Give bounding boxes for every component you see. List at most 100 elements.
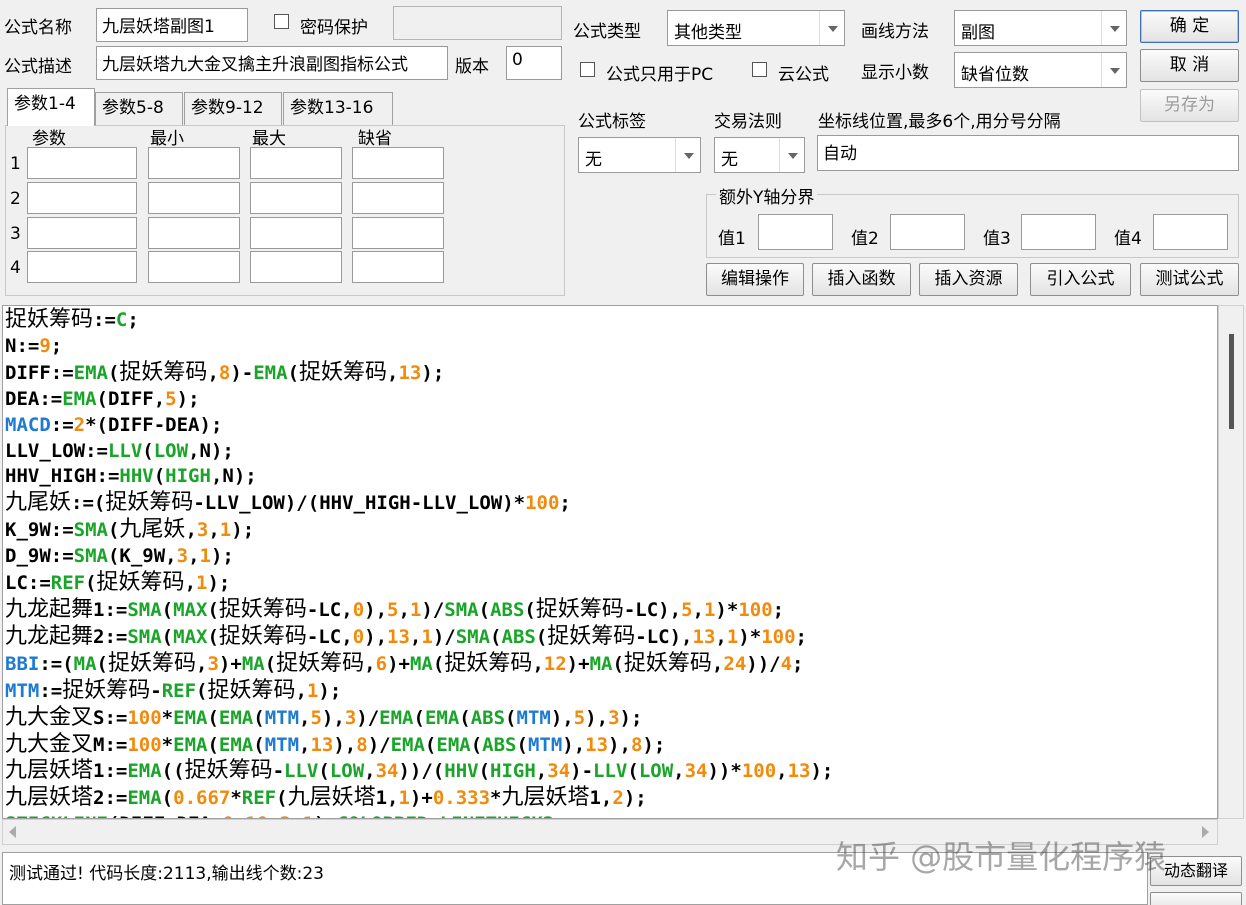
decimals-select[interactable]: 缺省位数 xyxy=(954,52,1127,88)
chevron-down-icon[interactable] xyxy=(1101,53,1126,87)
param-4-min[interactable] xyxy=(148,251,240,283)
code-token: , xyxy=(184,572,197,595)
param-4-name[interactable] xyxy=(27,251,137,283)
code-line[interactable]: STICKLINE(DIFF>DEA,0,10,2,1),COLORRED,LI… xyxy=(5,812,1217,818)
code-line[interactable]: 九大金叉M:=100*EMA(EMA(MTM,13),8)/EMA(EMA(AB… xyxy=(5,732,1217,759)
edit-ops-button[interactable]: 编辑操作 xyxy=(706,263,804,296)
vertical-scrollbar[interactable] xyxy=(1218,305,1244,819)
scroll-left-icon[interactable] xyxy=(9,826,16,838)
code-line[interactable]: 九大金叉S:=100*EMA(EMA(MTM,5),3)/EMA(EMA(ABS… xyxy=(5,705,1217,732)
code-token: 1 xyxy=(726,625,739,648)
code-token: ABS xyxy=(501,625,536,648)
code-token: 5 xyxy=(165,387,177,410)
formula-type-select[interactable]: 其他类型 xyxy=(667,10,845,46)
save-as-button[interactable]: 另存为 xyxy=(1140,89,1239,122)
code-line[interactable]: D_9W:=SMA(K_9W,3,1); xyxy=(5,544,1217,570)
tab-params-13-16[interactable]: 参数13-16 xyxy=(283,92,393,125)
code-line[interactable]: 九龙起舞2:=SMA(MAX(捉妖筹码-LC,0),13,1)/SMA(ABS(… xyxy=(5,624,1217,651)
scrollbar-thumb[interactable] xyxy=(1229,334,1234,429)
code-token: )/ xyxy=(421,598,445,621)
tab-params-9-12[interactable]: 参数9-12 xyxy=(184,92,282,125)
code-line[interactable]: 九尾妖:=(捉妖筹码-LLV_LOW)/(HHV_HIGH-LLV_LOW)*1… xyxy=(5,490,1217,517)
formula-desc-input[interactable]: 九层妖塔九大金叉擒主升浪副图指标公式 xyxy=(96,46,448,80)
dynamic-translate-button[interactable]: 动态翻译 xyxy=(1150,856,1242,886)
code-line[interactable]: 捉妖筹码:=C; xyxy=(5,307,1217,334)
param-1-max[interactable] xyxy=(250,147,342,179)
pc-only-checkbox[interactable] xyxy=(580,62,595,77)
y-value-1-input[interactable] xyxy=(758,214,833,250)
param-2-default[interactable] xyxy=(352,182,444,214)
chevron-down-icon[interactable] xyxy=(779,138,804,172)
password-checkbox[interactable] xyxy=(274,14,289,29)
param-2-name[interactable] xyxy=(27,182,137,214)
insert-resource-button[interactable]: 插入资源 xyxy=(919,263,1018,296)
code-token: ( xyxy=(459,706,471,729)
code-text[interactable]: 捉妖筹码:=C; N:=9; DIFF:=EMA(捉妖筹码,8)-EMA(捉妖筹码,… xyxy=(3,306,1217,818)
ok-button[interactable]: 确 定 xyxy=(1140,10,1239,43)
axis-position-input[interactable]: 自动 xyxy=(817,135,1239,171)
param-3-name[interactable] xyxy=(27,217,137,249)
code-token: ( xyxy=(516,733,528,756)
tab-params-1-4[interactable]: 参数1-4 xyxy=(7,88,95,126)
y-value-2-input[interactable] xyxy=(890,214,965,250)
param-3-max[interactable] xyxy=(250,217,342,249)
draw-method-select[interactable]: 副图 xyxy=(954,10,1127,46)
code-token: MA xyxy=(241,652,265,675)
cancel-button[interactable]: 取 消 xyxy=(1140,49,1239,82)
insert-function-button[interactable]: 插入函数 xyxy=(812,263,911,296)
code-line[interactable]: 九层妖塔1:=EMA((捉妖筹码-LLV(LOW,34))/(HHV(HIGH,… xyxy=(5,758,1217,785)
version-input[interactable]: 0 xyxy=(506,46,562,80)
code-line[interactable]: 九龙起舞1:=SMA(MAX(捉妖筹码-LC,0),5,1)/SMA(ABS(捉… xyxy=(5,597,1217,624)
code-line[interactable]: BBI:=(MA(捉妖筹码,3)+MA(捉妖筹码,6)+MA(捉妖筹码,12)+… xyxy=(5,651,1217,678)
code-token: ); xyxy=(318,679,342,702)
chevron-down-icon[interactable] xyxy=(819,11,844,45)
code-token: ); xyxy=(642,733,666,756)
param-1-name[interactable] xyxy=(27,147,137,179)
cloud-checkbox[interactable] xyxy=(752,62,767,77)
code-line[interactable]: MACD:=2*(DIFF-DEA); xyxy=(5,413,1217,439)
code-token: ABS xyxy=(482,733,517,756)
code-token: LOW xyxy=(638,760,674,783)
tab-params-5-8[interactable]: 参数5-8 xyxy=(95,92,183,125)
import-formula-button[interactable]: 引入公式 xyxy=(1030,263,1131,296)
code-line[interactable]: MTM:=捉妖筹码-REF(捉妖筹码,1); xyxy=(5,678,1217,705)
horizontal-scrollbar[interactable] xyxy=(2,819,1218,845)
code-line[interactable]: DIFF:=EMA(捉妖筹码,8)-EMA(捉妖筹码,13); xyxy=(5,360,1217,387)
y-value-4-input[interactable] xyxy=(1153,214,1228,250)
code-line[interactable]: LLV_LOW:=LLV(LOW,N); xyxy=(5,439,1217,465)
code-token: ( xyxy=(478,598,491,621)
param-1-default[interactable] xyxy=(352,147,444,179)
test-formula-button[interactable]: 测试公式 xyxy=(1140,263,1239,296)
formula-name-input[interactable]: 九层妖塔副图1 xyxy=(96,8,248,42)
param-3-min[interactable] xyxy=(148,217,240,249)
code-line[interactable]: N:=9; xyxy=(5,334,1217,360)
code-line[interactable]: HHV_HIGH:=HHV(HIGH,N); xyxy=(5,464,1217,490)
trade-rule-select[interactable]: 无 xyxy=(714,137,805,173)
param-2-min[interactable] xyxy=(148,182,240,214)
code-line[interactable]: 九层妖塔2:=EMA(0.667*REF(九层妖塔1,1)+0.333*九层妖塔… xyxy=(5,785,1217,812)
code-token: ( xyxy=(207,733,219,756)
extra-button[interactable] xyxy=(1150,892,1242,905)
param-4-default[interactable] xyxy=(352,251,444,283)
code-token: S:= xyxy=(93,706,128,729)
formula-tag-select[interactable]: 无 xyxy=(578,137,701,173)
code-token: 8 xyxy=(356,733,368,756)
code-token: ABS xyxy=(470,706,506,729)
code-token: 捉妖筹码 xyxy=(96,570,185,596)
param-3-default[interactable] xyxy=(352,217,444,249)
code-editor[interactable]: 捉妖筹码:=C; N:=9; DIFF:=EMA(捉妖筹码,8)-EMA(捉妖筹码,… xyxy=(2,305,1218,819)
chevron-down-icon[interactable] xyxy=(1101,11,1126,45)
chevron-down-icon[interactable] xyxy=(675,138,700,172)
param-2-max[interactable] xyxy=(250,182,342,214)
code-line[interactable]: LC:=REF(捉妖筹码,1); xyxy=(5,570,1217,597)
code-line[interactable]: DEA:=EMA(DIFF,5); xyxy=(5,387,1217,413)
code-token: 1 xyxy=(306,679,319,702)
code-line[interactable]: K_9W:=SMA(九尾妖,3,1); xyxy=(5,517,1217,544)
param-4-max[interactable] xyxy=(250,251,342,283)
password-input[interactable] xyxy=(393,6,562,40)
scroll-right-icon[interactable] xyxy=(1202,826,1209,838)
y-value-3-input[interactable] xyxy=(1021,214,1096,250)
param-1-min[interactable] xyxy=(148,147,240,179)
code-token: ( xyxy=(490,625,502,648)
code-token: REF xyxy=(161,679,197,702)
